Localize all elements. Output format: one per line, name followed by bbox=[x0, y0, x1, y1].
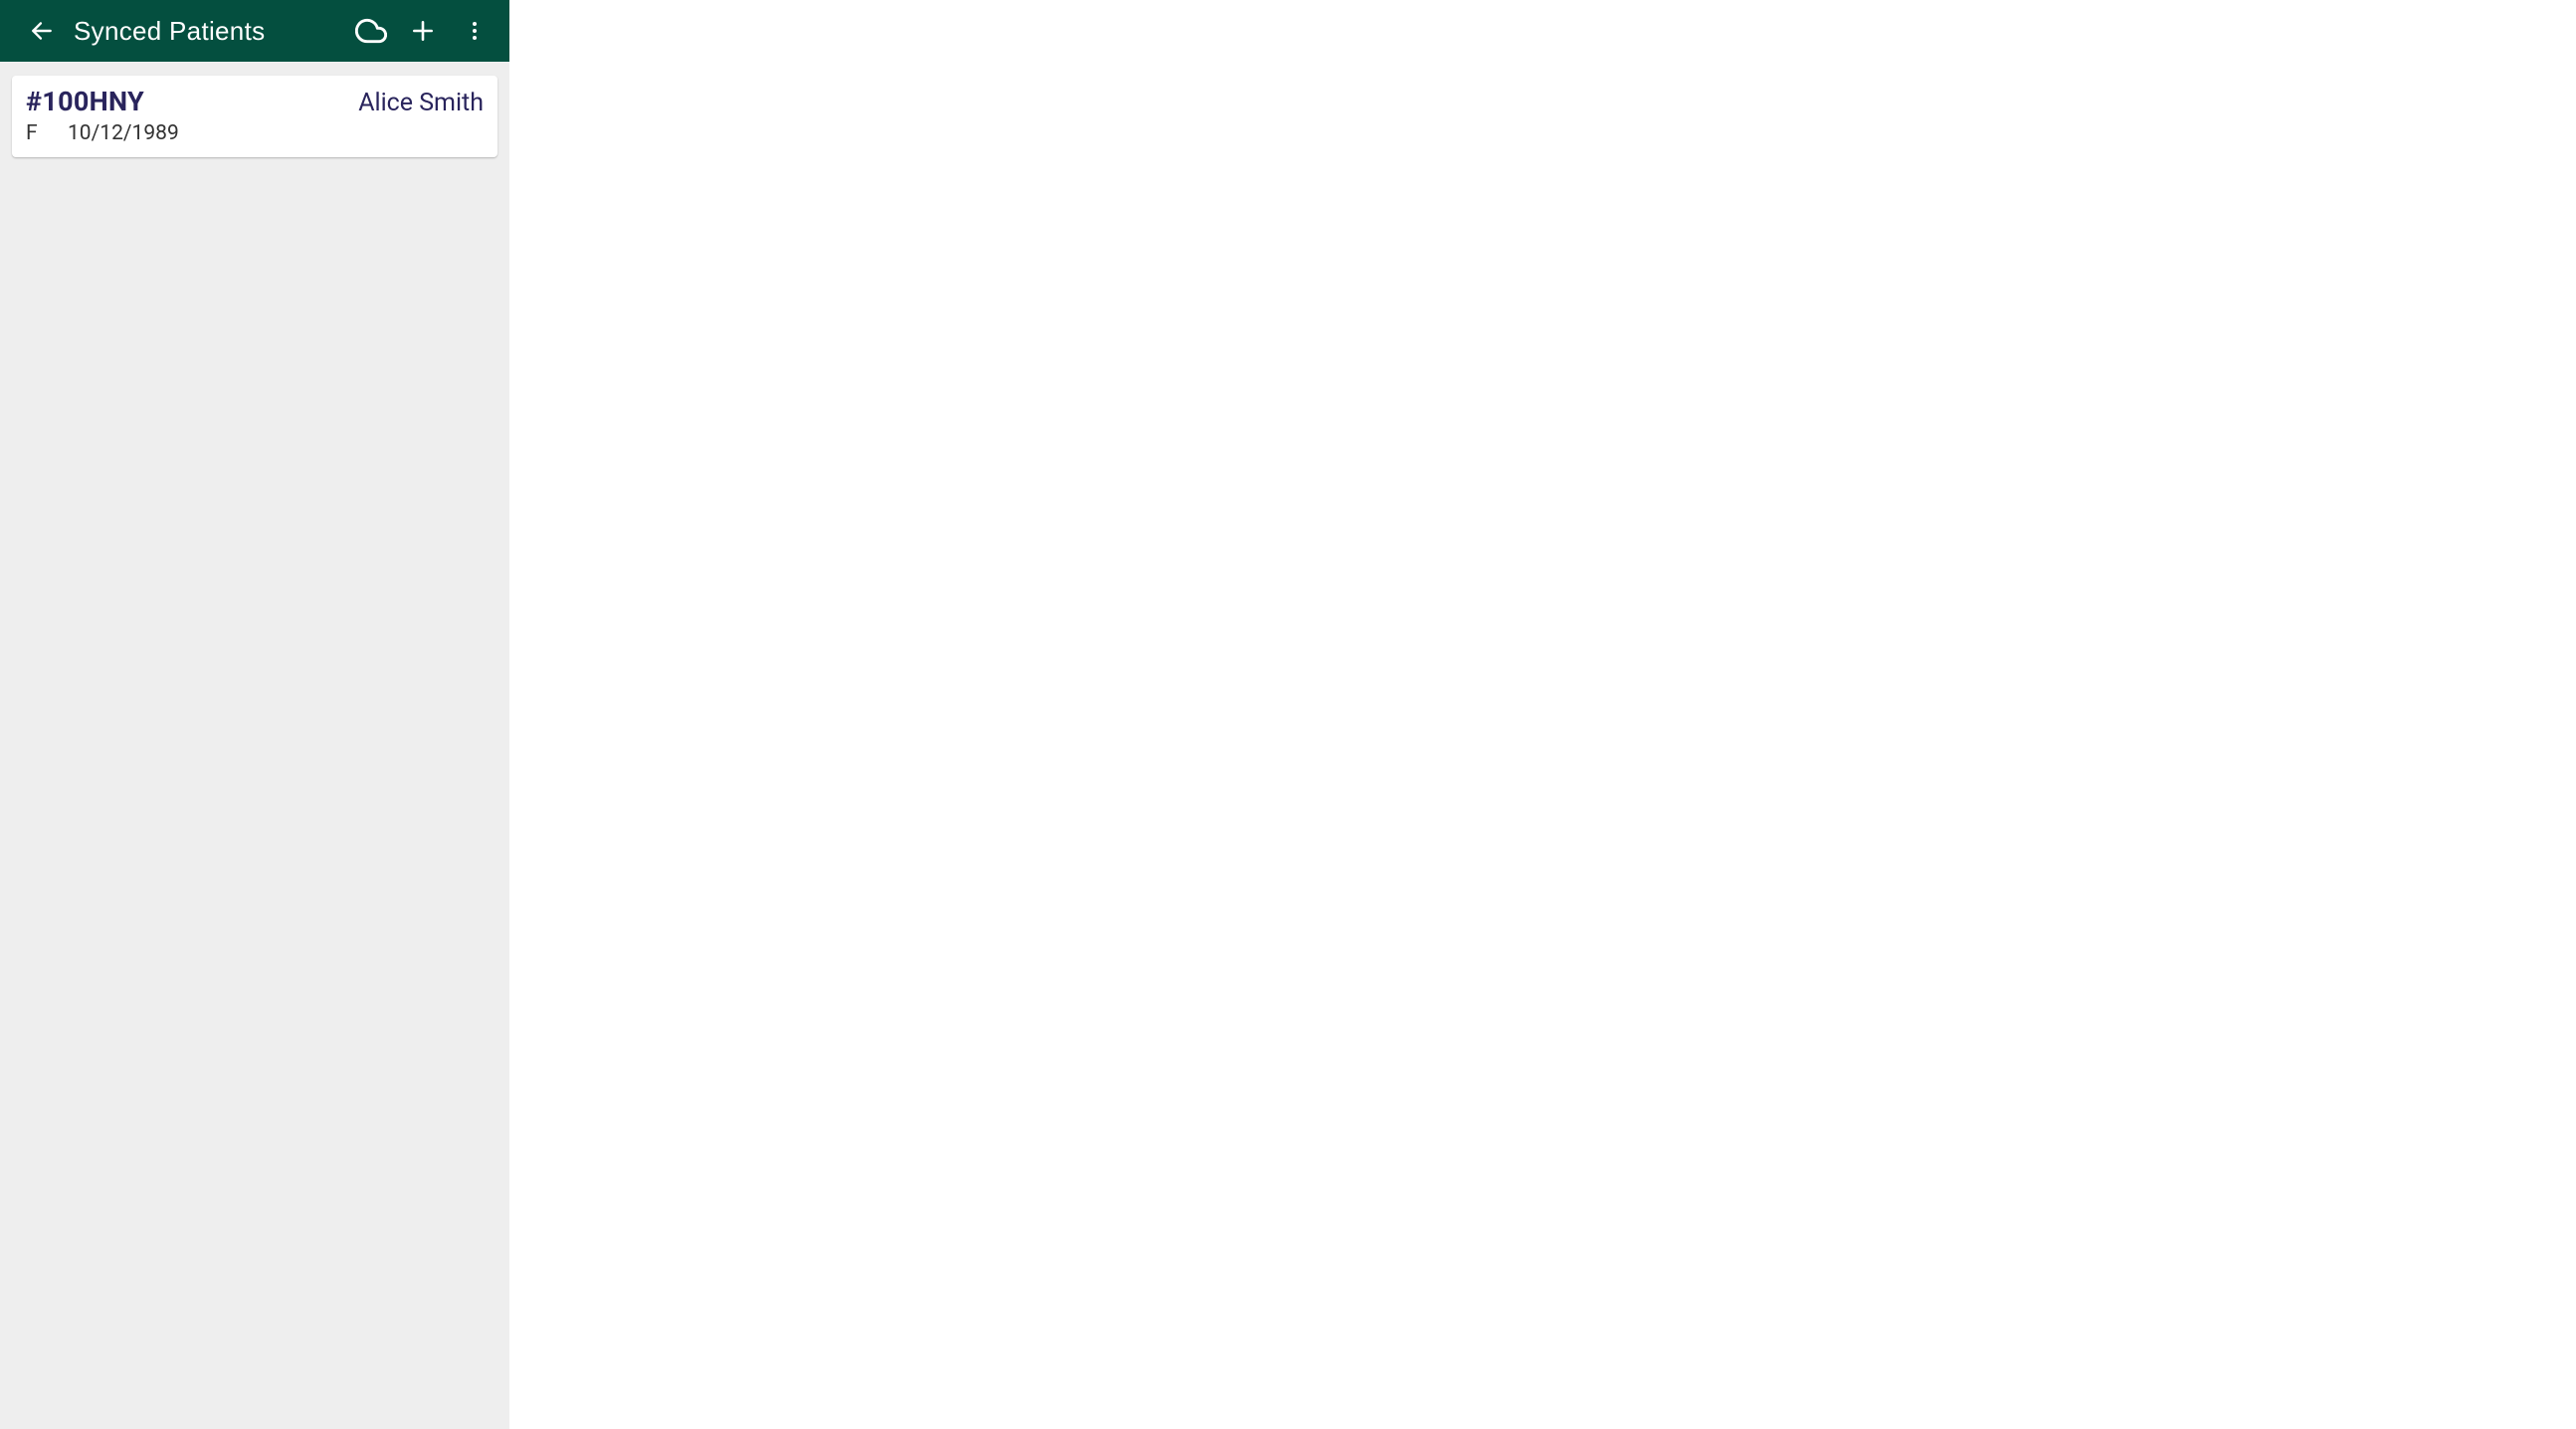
add-button[interactable] bbox=[400, 8, 446, 54]
toolbar-actions bbox=[348, 8, 497, 54]
app-panel: Synced Patients bbox=[0, 0, 509, 1429]
content-area: #100HNY Alice Smith F 10/12/1989 bbox=[0, 62, 509, 1429]
toolbar: Synced Patients bbox=[0, 0, 509, 62]
more-vertical-icon bbox=[463, 19, 487, 43]
patient-card-header: #100HNY Alice Smith bbox=[26, 86, 484, 117]
patient-card-details: F 10/12/1989 bbox=[26, 121, 484, 145]
patient-name: Alice Smith bbox=[358, 89, 484, 117]
patient-id: #100HNY bbox=[26, 86, 144, 117]
arrow-left-icon bbox=[29, 18, 55, 44]
patient-card[interactable]: #100HNY Alice Smith F 10/12/1989 bbox=[12, 76, 497, 157]
cloud-button[interactable] bbox=[348, 8, 394, 54]
toolbar-title: Synced Patients bbox=[74, 16, 348, 47]
back-button[interactable] bbox=[20, 9, 64, 53]
patient-dob: 10/12/1989 bbox=[68, 121, 179, 145]
plus-icon bbox=[410, 18, 436, 44]
more-menu-button[interactable] bbox=[452, 8, 497, 54]
patient-gender: F bbox=[26, 121, 40, 145]
cloud-icon bbox=[355, 15, 387, 47]
